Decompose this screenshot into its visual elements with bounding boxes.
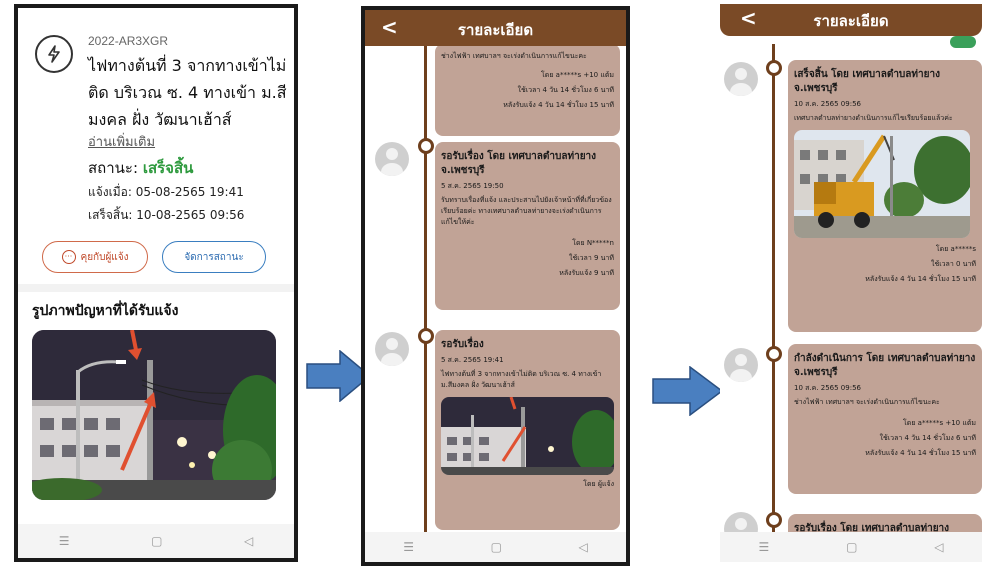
android-nav-bar: ☰ ▢ ◁ [720, 532, 982, 562]
report-id: 2022-AR3XGR [88, 34, 169, 48]
app-header: < รายละเอียด [720, 4, 982, 36]
timeline-card-waiting-org: รอรับเรื่อง โดย เทศบาลตำบลท่ายาง จ.เพชรบ… [435, 142, 620, 310]
phone-screen-2: ช่างไฟฟ้า เทศบาลฯ จะเร่งดำเนินการแก้ไขนะ… [361, 6, 630, 566]
report-summary-screen: 2022-AR3XGR ไฟทางต้นที่ 3 จากทางเข้าไม่ต… [18, 8, 294, 558]
back-nav-icon[interactable]: ◁ [244, 534, 253, 548]
chat-with-reporter-button[interactable]: ··· คุยกับผู้แจ้ง [42, 241, 148, 273]
menu-icon[interactable]: ☰ [403, 540, 414, 554]
reported-at: แจ้งเมื่อ: 05-08-2565 19:41 [88, 185, 244, 199]
home-icon[interactable]: ▢ [151, 534, 162, 548]
timeline-line [424, 46, 427, 546]
card-by: โดย a*****s [935, 245, 976, 253]
timeline-line [772, 44, 775, 544]
card-date: 10 ส.ค. 2565 09:56 [794, 384, 861, 392]
timeline-card-partial: ช่างไฟฟ้า เทศบาลฯ จะเร่งดำเนินการแก้ไขนะ… [435, 44, 620, 136]
card-body: ไฟทางต้นที่ 3 จากทางเข้าไม่ติด บริเวณ ซ.… [441, 370, 602, 389]
avatar [724, 348, 758, 382]
chat-button-label: คุยกับผู้แจ้ง [80, 251, 129, 263]
timeline-screen-2: ช่างไฟฟ้า เทศบาลฯ จะเร่งดำเนินการแก้ไขนะ… [365, 10, 626, 562]
card-time: ใช้เวลา 0 นาที [931, 260, 976, 268]
card-date: 5 ส.ค. 2565 19:50 [441, 182, 504, 190]
timeline-dot [766, 346, 782, 362]
toggle-switch[interactable] [950, 36, 976, 48]
card-time: ใช้เวลา 9 นาที [569, 254, 614, 262]
phone-screen-1: 2022-AR3XGR ไฟทางต้นที่ 3 จากทางเข้าไม่ต… [14, 4, 298, 562]
home-icon[interactable]: ▢ [491, 540, 502, 554]
back-nav-icon[interactable]: ◁ [578, 540, 587, 554]
card-time: ใช้เวลา 4 วัน 14 ชั่วโมง 6 นาที [517, 86, 614, 94]
timeline-screen-3: < รายละเอียด เสร็จสิ้น โดย เทศบาลตำบลท่า… [720, 4, 982, 564]
status-label: สถานะ: [88, 159, 139, 177]
manage-button-label: จัดการสถานะ [184, 251, 244, 263]
timeline-dot [418, 138, 434, 154]
photos-heading: รูปภาพปัญหาที่ได้รับแจ้ง [32, 303, 179, 319]
manage-status-button[interactable]: จัดการสถานะ [162, 241, 266, 273]
card-by: โดย N*****n [572, 239, 614, 247]
avatar [724, 62, 758, 96]
page-title: รายละเอียด [813, 12, 889, 30]
problem-photo[interactable] [32, 330, 276, 500]
card-after: หลังรับแจ้ง 4 วัน 14 ชั่วโมง 15 นาที [865, 449, 976, 457]
timeline-card-inprogress: กำลังดำเนินการ โดย เทศบาลตำบลท่ายาง จ.เพ… [788, 344, 982, 494]
page-title: รายละเอียด [457, 21, 534, 39]
timeline-card-done: เสร็จสิ้น โดย เทศบาลตำบลท่ายาง จ.เพชรบุร… [788, 60, 982, 332]
card-title: รอรับเรื่อง [441, 339, 484, 350]
card-by: โดย a*****s +10 แต้ม [903, 419, 976, 427]
timeline-dot [418, 328, 434, 344]
card-after: หลังรับแจ้ง 4 วัน 14 ชั่วโมง 15 นาที [865, 275, 976, 283]
card-time: ใช้เวลา 4 วัน 14 ชั่วโมง 6 นาที [879, 434, 976, 442]
card-by: โดย a*****s +10 แต้ม [541, 71, 614, 79]
avatar [375, 142, 409, 176]
menu-icon[interactable]: ☰ [59, 534, 70, 548]
timeline-dot [766, 60, 782, 76]
app-header: < รายละเอียด [365, 10, 626, 46]
android-nav-bar: ☰ ▢ ◁ [365, 532, 626, 562]
report-title: ไฟทางต้นที่ 3 จากทางเข้าไม่ติด บริเวณ ซ.… [88, 56, 287, 129]
card-body: ช่างไฟฟ้า เทศบาลฯ จะเร่งดำเนินการแก้ไขนะ… [441, 52, 587, 60]
arrow-right-icon [652, 366, 724, 416]
card-date: 5 ส.ค. 2565 19:41 [441, 356, 504, 364]
card-title: กำลังดำเนินการ โดย เทศบาลตำบลท่ายาง จ.เพ… [794, 353, 976, 378]
card-photo[interactable] [794, 130, 970, 238]
card-title: รอรับเรื่อง โดย เทศบาลตำบลท่ายาง จ.เพชรบ… [441, 151, 597, 176]
back-nav-icon[interactable]: ◁ [934, 540, 943, 554]
card-by: โดย ผู้แจ้ง [583, 480, 614, 488]
read-more-link[interactable]: อ่านเพิ่มเติม [88, 131, 155, 152]
card-body: ช่างไฟฟ้า เทศบาลฯ จะเร่งดำเนินการแก้ไขนะ… [794, 398, 940, 406]
lightning-icon [35, 35, 73, 73]
card-body: รับทราบเรื่องที่แจ้ง และประสานไปยังเจ้าห… [441, 196, 612, 226]
timeline-dot [766, 512, 782, 528]
card-photo[interactable] [441, 397, 614, 475]
status-line: สถานะ: เสร็จสิ้น [88, 156, 193, 180]
section-divider [18, 284, 294, 292]
status-badge: เสร็จสิ้น [142, 159, 194, 177]
card-after: หลังรับแจ้ง 9 นาที [559, 269, 614, 277]
menu-icon[interactable]: ☰ [758, 540, 769, 554]
home-icon[interactable]: ▢ [846, 540, 857, 554]
card-title: เสร็จสิ้น โดย เทศบาลตำบลท่ายาง จ.เพชรบุร… [794, 69, 940, 94]
android-nav-bar: ☰ ▢ ◁ [18, 524, 294, 558]
timeline-card-waiting: รอรับเรื่อง 5 ส.ค. 2565 19:41 ไฟทางต้นที… [435, 330, 620, 530]
phone-screen-3: < รายละเอียด เสร็จสิ้น โดย เทศบาลตำบลท่า… [716, 4, 982, 566]
card-date: 10 ส.ค. 2565 09:56 [794, 100, 861, 108]
avatar [375, 332, 409, 366]
card-after: หลังรับแจ้ง 4 วัน 14 ชั่วโมง 15 นาที [503, 101, 614, 109]
card-body: เทศบาลตำบลท่ายางดำเนินการแก้ไขเรียบร้อยแ… [794, 114, 953, 122]
finished-at: เสร็จสิ้น: 10-08-2565 09:56 [88, 208, 245, 222]
chat-icon: ··· [61, 250, 76, 264]
